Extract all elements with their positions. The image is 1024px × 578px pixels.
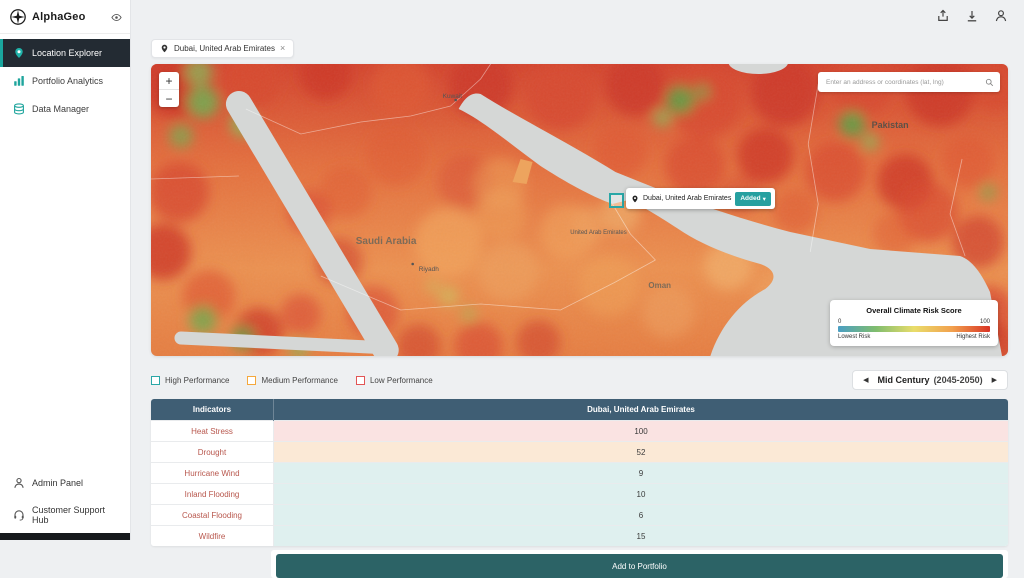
time-period-selector: ◀ Mid Century (2045-2050) ▶ bbox=[852, 370, 1008, 390]
marker-tooltip: Dubai, United Arab Emirates Added ▾ bbox=[626, 188, 775, 209]
location-chip-label: Dubai, United Arab Emirates bbox=[174, 44, 275, 53]
map-label-kuwait: Kuwait bbox=[443, 93, 463, 100]
column-header-indicators: Indicators bbox=[151, 399, 274, 421]
indicator-value: 10 bbox=[273, 483, 1008, 505]
sidebar-footer: Admin Panel Customer Support Hub bbox=[0, 469, 130, 533]
chevron-down-icon: ▾ bbox=[762, 195, 766, 203]
add-to-portfolio-button[interactable]: Add to Portfolio bbox=[276, 554, 1003, 578]
indicator-name: Wildfire bbox=[151, 525, 274, 546]
add-to-portfolio-wrap: Add to Portfolio bbox=[271, 550, 1008, 578]
indicators-table-card: Indicators Dubai, United Arab Emirates H… bbox=[151, 399, 1008, 546]
table-row: Inland Flooding 10 bbox=[151, 483, 1008, 505]
map-label-pakistan: Pakistan bbox=[872, 120, 909, 130]
indicator-value: 100 bbox=[273, 420, 1008, 442]
sidebar-item-label: Location Explorer bbox=[32, 48, 103, 58]
map-label-uae: United Arab Emirates bbox=[570, 230, 627, 236]
sidebar-item-customer-support[interactable]: Customer Support Hub bbox=[0, 497, 130, 533]
performance-legend-row: High Performance Medium Performance Low … bbox=[151, 370, 1008, 390]
sidebar-item-location-explorer[interactable]: Location Explorer bbox=[0, 39, 130, 67]
sidebar-item-label: Data Manager bbox=[32, 104, 90, 114]
location-chip[interactable]: Dubai, United Arab Emirates × bbox=[151, 39, 295, 58]
indicator-value: 6 bbox=[273, 504, 1008, 526]
search-icon bbox=[985, 78, 994, 86]
sidebar-item-portfolio-analytics[interactable]: Portfolio Analytics bbox=[0, 67, 130, 95]
time-period-label: Mid Century bbox=[877, 375, 930, 385]
table-row: Wildfire 15 bbox=[151, 525, 1008, 546]
download-icon[interactable] bbox=[965, 9, 979, 23]
risk-gradient-bar bbox=[838, 326, 990, 332]
previous-period-arrow[interactable]: ◀ bbox=[863, 376, 868, 384]
medium-performance-swatch bbox=[247, 375, 257, 385]
headset-icon bbox=[13, 509, 25, 521]
map-label-riyadh: Riyadh bbox=[419, 266, 440, 273]
eye-icon[interactable] bbox=[111, 12, 122, 23]
map-search-box bbox=[818, 72, 1000, 92]
map-search-input[interactable] bbox=[824, 77, 985, 87]
sidebar-item-admin-panel[interactable]: Admin Panel bbox=[0, 469, 130, 497]
zoom-in-button[interactable]: + bbox=[159, 72, 179, 89]
indicator-value: 52 bbox=[273, 441, 1008, 463]
risk-legend-title: Overall Climate Risk Score bbox=[866, 306, 962, 315]
location-pin-icon bbox=[13, 47, 25, 59]
map-marker-dubai[interactable] bbox=[609, 193, 624, 208]
main-content: Dubai, United Arab Emirates × Kuwait Sau… bbox=[131, 0, 1024, 578]
marker-tooltip-label: Dubai, United Arab Emirates bbox=[643, 195, 732, 202]
sidebar-item-label: Portfolio Analytics bbox=[32, 76, 104, 86]
table-row: Hurricane Wind 9 bbox=[151, 462, 1008, 484]
account-icon[interactable] bbox=[994, 9, 1008, 23]
zoom-out-button[interactable]: − bbox=[159, 89, 179, 107]
indicator-value: 9 bbox=[273, 462, 1008, 484]
risk-min-value: 0 bbox=[838, 319, 842, 325]
map-label-oman: Oman bbox=[648, 281, 671, 290]
pin-icon bbox=[161, 44, 168, 53]
bar-chart-icon bbox=[13, 75, 25, 87]
brand-header: AlphaGeo bbox=[0, 0, 130, 34]
sidebar-item-label: Customer Support Hub bbox=[32, 505, 106, 525]
indicator-name: Coastal Flooding bbox=[151, 504, 274, 526]
climate-risk-map[interactable]: Kuwait Saudi Arabia Riyadh Pakistan Oman… bbox=[151, 64, 1008, 356]
export-icon[interactable] bbox=[936, 9, 950, 23]
person-icon bbox=[13, 477, 25, 489]
sidebar-nav: Location Explorer Portfolio Analytics Da… bbox=[0, 39, 130, 123]
legend-low-performance: Low Performance bbox=[355, 375, 433, 385]
indicator-name: Hurricane Wind bbox=[151, 462, 274, 484]
legend-medium-performance: Medium Performance bbox=[247, 375, 338, 385]
table-header-row: Indicators Dubai, United Arab Emirates bbox=[151, 399, 1008, 421]
risk-max-value: 100 bbox=[979, 319, 990, 325]
table-row: Coastal Flooding 6 bbox=[151, 504, 1008, 526]
time-period-range: (2045-2050) bbox=[933, 375, 983, 385]
table-footer-row: Add to Portfolio bbox=[151, 550, 1008, 578]
column-header-location: Dubai, United Arab Emirates bbox=[273, 399, 1008, 421]
added-button[interactable]: Added ▾ bbox=[735, 191, 771, 206]
app-window: AlphaGeo Location Explorer Portfolio Ana… bbox=[0, 0, 1024, 578]
header-actions bbox=[151, 8, 1008, 24]
brand-name: AlphaGeo bbox=[32, 11, 86, 23]
map-label-saudi-arabia: Saudi Arabia bbox=[356, 236, 417, 247]
sidebar-item-data-manager[interactable]: Data Manager bbox=[0, 95, 130, 123]
indicator-name: Heat Stress bbox=[151, 420, 274, 442]
database-icon bbox=[13, 103, 25, 115]
compass-logo-icon bbox=[9, 8, 27, 26]
table-row: Drought 52 bbox=[151, 441, 1008, 463]
table-row: Heat Stress 100 bbox=[151, 420, 1008, 442]
pin-icon bbox=[632, 195, 638, 202]
risk-score-legend: Overall Climate Risk Score 0 100 Lowest … bbox=[830, 300, 998, 346]
risk-min-label: Lowest Risk bbox=[838, 334, 871, 340]
close-icon[interactable]: × bbox=[280, 44, 285, 53]
zoom-control: + − bbox=[159, 72, 179, 107]
low-performance-swatch bbox=[355, 375, 365, 385]
high-performance-swatch bbox=[151, 375, 160, 385]
risk-max-label: Highest Risk bbox=[956, 334, 990, 340]
sidebar: AlphaGeo Location Explorer Portfolio Ana… bbox=[0, 0, 131, 540]
indicator-value: 15 bbox=[273, 525, 1008, 546]
sidebar-bottom-strip bbox=[0, 533, 130, 540]
footer-spacer bbox=[151, 550, 271, 578]
indicators-table: Indicators Dubai, United Arab Emirates H… bbox=[151, 399, 1008, 546]
indicator-name: Drought bbox=[151, 441, 274, 463]
next-period-arrow[interactable]: ▶ bbox=[992, 376, 997, 384]
sidebar-item-label: Admin Panel bbox=[32, 478, 84, 488]
indicator-name: Inland Flooding bbox=[151, 483, 274, 505]
legend-high-performance: High Performance bbox=[151, 375, 229, 385]
selected-locations-row: Dubai, United Arab Emirates × bbox=[151, 39, 1008, 58]
